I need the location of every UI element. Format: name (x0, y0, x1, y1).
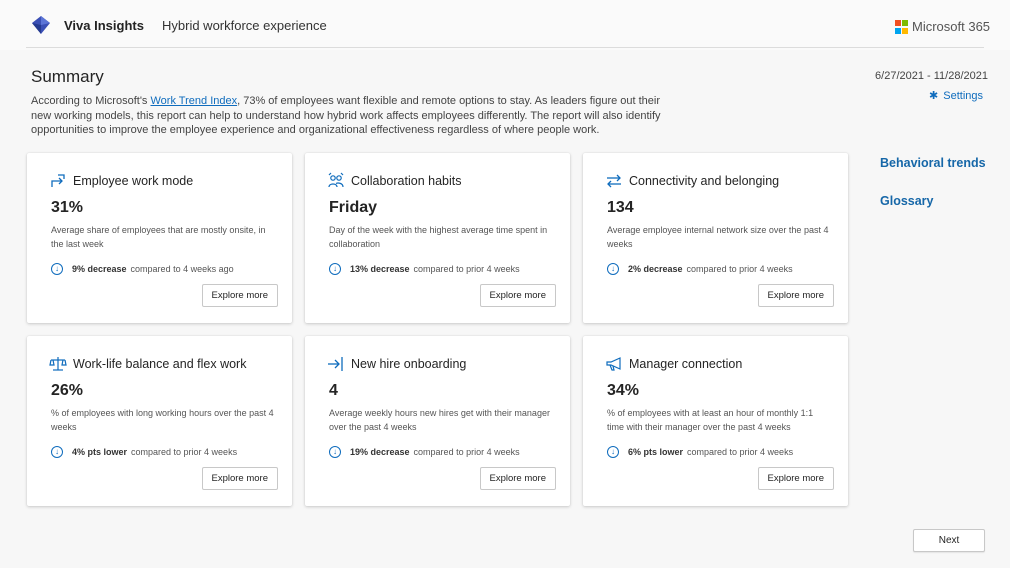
arrow-down-circle-icon: ↓ (329, 446, 341, 458)
card-title: New hire onboarding (351, 357, 467, 371)
explore-more-button[interactable]: Explore more (757, 284, 834, 307)
card-title: Manager connection (629, 357, 743, 371)
card-connectivity-belonging: Connectivity and belonging 134 Average e… (583, 153, 848, 323)
work-trend-index-link[interactable]: Work Trend Index (150, 95, 237, 107)
card-work-life-balance: Work-life balance and flex work 26% % of… (27, 336, 292, 506)
change-value: 9% decrease (72, 264, 127, 274)
card-metric: 34% (607, 382, 640, 399)
card-header: Manager connection (605, 355, 742, 373)
card-employee-work-mode: Employee work mode 31% Average share of … (27, 153, 292, 323)
card-change: ↓ 2% decrease compared to prior 4 weeks (607, 263, 793, 275)
arrow-down-circle-icon: ↓ (329, 263, 341, 275)
card-change: ↓ 19% decrease compared to prior 4 weeks (329, 446, 520, 458)
change-value: 4% pts lower (72, 447, 128, 457)
card-change: ↓ 6% pts lower compared to prior 4 weeks (607, 446, 793, 458)
change-value: 13% decrease (350, 264, 410, 274)
app-name[interactable]: Viva Insights (64, 18, 144, 33)
card-metric: 26% (51, 382, 84, 399)
explore-more-button[interactable]: Explore more (479, 284, 556, 307)
card-change: ↓ 4% pts lower compared to prior 4 weeks (51, 446, 237, 458)
change-comparison: compared to prior 4 weeks (413, 447, 520, 457)
card-title: Connectivity and belonging (629, 174, 780, 188)
change-comparison: compared to 4 weeks ago (130, 264, 234, 274)
change-value: 2% decrease (628, 264, 683, 274)
viva-insights-logo-icon (32, 16, 50, 34)
settings-label: Settings (943, 89, 983, 102)
card-change: ↓ 9% decrease compared to 4 weeks ago (51, 263, 234, 275)
explore-more-button[interactable]: Explore more (201, 284, 278, 307)
microsoft-logo-icon (895, 20, 909, 34)
brand-name: Microsoft 365 (912, 19, 991, 34)
collaboration-icon (328, 172, 344, 188)
change-comparison: compared to prior 4 weeks (131, 447, 238, 457)
summary-text-start: According to Microsoft's (31, 95, 151, 107)
card-header: Employee work mode (49, 172, 193, 190)
summary-description: According to Microsoft's Work Trend Inde… (31, 94, 671, 138)
card-title: Work-life balance and flex work (73, 357, 247, 371)
balance-scale-icon (49, 357, 67, 371)
behavioral-trends-link[interactable]: Behavioral trends (880, 156, 986, 170)
card-metric: 134 (607, 199, 634, 216)
card-metric: 31% (51, 199, 84, 216)
top-bar: Viva Insights Hybrid workforce experienc… (0, 0, 1010, 50)
card-description: Day of the week with the highest average… (329, 225, 548, 249)
card-title: Employee work mode (73, 174, 194, 188)
report-name: Hybrid workforce experience (162, 18, 327, 33)
page-title: Summary (31, 67, 104, 86)
ms-logo-blue (895, 27, 901, 34)
ms-logo-yellow (902, 27, 908, 34)
card-description: Average employee internal network size o… (607, 225, 829, 249)
card-collaboration-habits: Collaboration habits Friday Day of the w… (305, 153, 570, 323)
card-title: Collaboration habits (351, 174, 462, 188)
card-manager-connection: Manager connection 34% % of employees wi… (583, 336, 848, 506)
settings-button[interactable]: ✱ Settings (929, 89, 983, 103)
change-comparison: compared to prior 4 weeks (413, 264, 520, 274)
ms-logo-green (902, 20, 908, 26)
next-button[interactable]: Next (913, 529, 985, 552)
connectivity-icon (607, 174, 621, 188)
explore-more-button[interactable]: Explore more (479, 467, 556, 490)
card-description: % of employees with long working hours o… (51, 408, 274, 432)
card-header: Connectivity and belonging (605, 172, 779, 190)
card-header: Work-life balance and flex work (49, 355, 246, 373)
card-header: Collaboration habits (327, 172, 462, 190)
change-value: 6% pts lower (628, 447, 684, 457)
work-mode-icon (51, 174, 65, 187)
card-description: % of employees with at least an hour of … (607, 408, 814, 432)
card-new-hire-onboarding: New hire onboarding 4 Average weekly hou… (305, 336, 570, 506)
card-header: New hire onboarding (327, 355, 466, 373)
card-metric: Friday (329, 199, 378, 216)
explore-more-button[interactable]: Explore more (757, 467, 834, 490)
gear-icon: ✱ (929, 90, 939, 102)
megaphone-icon (606, 357, 621, 371)
card-description: Average share of employees that are most… (51, 225, 266, 249)
card-metric: 4 (329, 382, 338, 399)
card-description: Average weekly hours new hires get with … (329, 408, 550, 432)
arrow-down-circle-icon: ↓ (51, 446, 63, 458)
glossary-link[interactable]: Glossary (880, 194, 934, 208)
date-range: 6/27/2021 - 11/28/2021 (875, 70, 988, 82)
change-value: 19% decrease (350, 447, 410, 457)
arrow-down-circle-icon: ↓ (607, 446, 619, 458)
explore-more-button[interactable]: Explore more (201, 467, 278, 490)
change-comparison: compared to prior 4 weeks (686, 264, 793, 274)
arrow-down-circle-icon: ↓ (51, 263, 63, 275)
onboarding-icon (328, 357, 343, 371)
ms-logo-red (895, 20, 901, 26)
arrow-down-circle-icon: ↓ (607, 263, 619, 275)
card-change: ↓ 13% decrease compared to prior 4 weeks (329, 263, 520, 275)
header-divider (26, 47, 984, 48)
change-comparison: compared to prior 4 weeks (687, 447, 794, 457)
